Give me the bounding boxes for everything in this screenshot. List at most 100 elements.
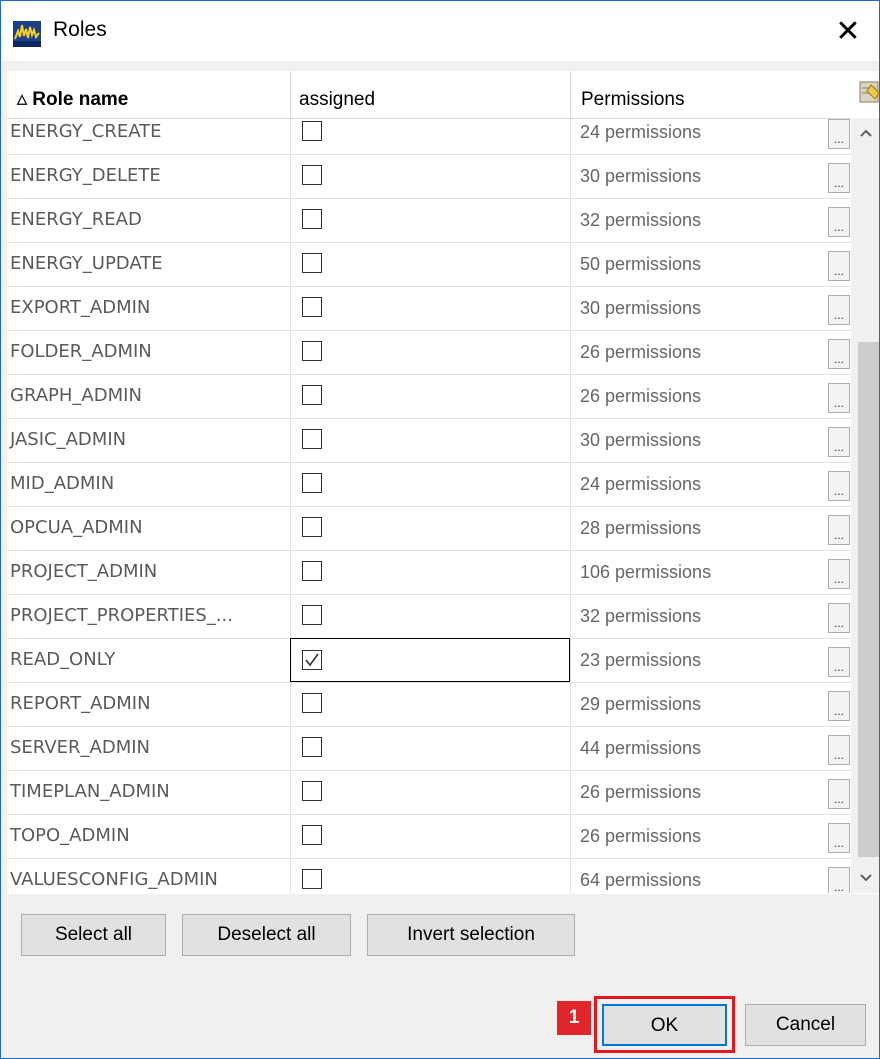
table-row[interactable]: ENERGY_UPDATE 50 permissions... [7,242,851,287]
assigned-checkbox[interactable] [302,165,322,185]
column-settings-icon[interactable] [859,79,880,105]
close-icon[interactable]: ✕ [825,11,871,51]
table-row[interactable]: JASIC_ADMIN 30 permissions... [7,418,851,463]
role-name-cell: ENERGY_CREATE [10,121,162,142]
table-row[interactable]: VALUESCONFIG_ADMIN 64 permissions... [7,858,851,893]
edit-permissions-button[interactable]: ... [828,779,850,809]
title-bar: Roles ✕ [1,1,879,61]
table-row[interactable]: GRAPH_ADMIN 26 permissions... [7,374,851,419]
column-divider[interactable] [290,71,291,118]
edit-permissions-button[interactable]: ... [828,251,850,281]
table-row[interactable]: MID_ADMIN 24 permissions... [7,462,851,507]
assigned-cell[interactable] [290,286,571,330]
permissions-count: 30 permissions [580,430,702,450]
assigned-cell[interactable] [290,118,571,154]
edit-permissions-button[interactable]: ... [828,735,850,765]
assigned-cell[interactable] [290,506,571,550]
edit-permissions-button[interactable]: ... [828,383,850,413]
edit-permissions-button[interactable]: ... [828,207,850,237]
assigned-cell[interactable] [290,374,571,418]
role-name-cell: REPORT_ADMIN [10,693,151,714]
edit-permissions-button[interactable]: ... [828,119,850,149]
assigned-checkbox[interactable] [302,385,322,405]
permissions-count: 30 permissions [580,298,702,318]
permissions-count: 26 permissions [580,386,702,406]
scroll-down-icon[interactable] [851,863,879,893]
table-row[interactable]: SERVER_ADMIN 44 permissions... [7,726,851,771]
permissions-cell: 28 permissions... [570,506,851,550]
assigned-cell[interactable] [290,814,571,858]
assigned-checkbox[interactable] [302,737,322,757]
table-row[interactable]: READ_ONLY 23 permissions... [7,638,851,683]
checkmark-icon [305,653,319,667]
assigned-checkbox[interactable] [302,253,322,273]
column-header-role-name[interactable]: △ Role name [17,71,128,118]
window-title: Roles [53,18,107,41]
edit-permissions-button[interactable]: ... [828,339,850,369]
edit-permissions-button[interactable]: ... [828,603,850,633]
permissions-cell: 44 permissions... [570,726,851,770]
permissions-count: 26 permissions [580,342,702,362]
assigned-checkbox[interactable] [302,121,322,141]
select-all-button[interactable]: Select all [21,914,166,956]
column-header-assigned[interactable]: assigned [299,71,375,118]
column-header-permissions[interactable]: Permissions [581,71,684,118]
edit-permissions-button[interactable]: ... [828,471,850,501]
assigned-cell[interactable] [290,550,571,594]
assigned-checkbox[interactable] [302,561,322,581]
table-row[interactable]: PROJECT_PROPERTIES_... 32 permissions... [7,594,851,639]
permissions-count: 26 permissions [580,782,702,802]
edit-permissions-button[interactable]: ... [828,823,850,853]
edit-permissions-button[interactable]: ... [828,427,850,457]
ok-button[interactable]: OK [602,1004,727,1046]
table-row[interactable]: ENERGY_READ 32 permissions... [7,198,851,243]
assigned-checkbox[interactable] [302,825,322,845]
table-row[interactable]: PROJECT_ADMIN 106 permissions... [7,550,851,595]
assigned-checkbox[interactable] [302,341,322,361]
vertical-scrollbar[interactable] [851,118,879,893]
assigned-cell[interactable] [290,770,571,814]
assigned-checkbox[interactable] [302,605,322,625]
assigned-cell[interactable] [290,462,571,506]
assigned-checkbox[interactable] [302,209,322,229]
edit-permissions-button[interactable]: ... [828,647,850,677]
scroll-up-icon[interactable] [851,118,879,148]
assigned-cell[interactable] [290,330,571,374]
assigned-checkbox[interactable] [302,517,322,537]
assigned-cell[interactable] [290,858,571,893]
column-divider[interactable] [570,71,571,118]
assigned-checkbox[interactable] [302,429,322,449]
edit-permissions-button[interactable]: ... [828,559,850,589]
edit-permissions-button[interactable]: ... [828,515,850,545]
assigned-cell[interactable] [290,638,570,682]
cancel-button[interactable]: Cancel [745,1004,866,1046]
assigned-cell[interactable] [290,418,571,462]
assigned-cell[interactable] [290,198,571,242]
assigned-cell[interactable] [290,594,571,638]
assigned-cell[interactable] [290,682,571,726]
edit-permissions-button[interactable]: ... [828,867,850,893]
table-row[interactable]: TIMEPLAN_ADMIN 26 permissions... [7,770,851,815]
edit-permissions-button[interactable]: ... [828,295,850,325]
table-row[interactable]: FOLDER_ADMIN 26 permissions... [7,330,851,375]
deselect-all-button[interactable]: Deselect all [182,914,351,956]
assigned-checkbox[interactable] [302,297,322,317]
assigned-cell[interactable] [290,242,571,286]
edit-permissions-button[interactable]: ... [828,163,850,193]
table-row[interactable]: REPORT_ADMIN 29 permissions... [7,682,851,727]
table-row[interactable]: ENERGY_DELETE 30 permissions... [7,154,851,199]
assigned-cell[interactable] [290,154,571,198]
assigned-cell[interactable] [290,726,571,770]
table-row[interactable]: ENERGY_CREATE 24 permissions... [7,118,851,155]
table-row[interactable]: EXPORT_ADMIN 30 permissions... [7,286,851,331]
assigned-checkbox[interactable] [302,869,322,889]
assigned-checkbox[interactable] [302,693,322,713]
table-row[interactable]: TOPO_ADMIN 26 permissions... [7,814,851,859]
table-row[interactable]: OPCUA_ADMIN 28 permissions... [7,506,851,551]
assigned-checkbox[interactable] [302,473,322,493]
assigned-checkbox[interactable] [302,781,322,801]
assigned-checkbox[interactable] [302,650,322,670]
invert-selection-button[interactable]: Invert selection [367,914,575,956]
edit-permissions-button[interactable]: ... [828,691,850,721]
scrollbar-thumb[interactable] [858,342,879,857]
